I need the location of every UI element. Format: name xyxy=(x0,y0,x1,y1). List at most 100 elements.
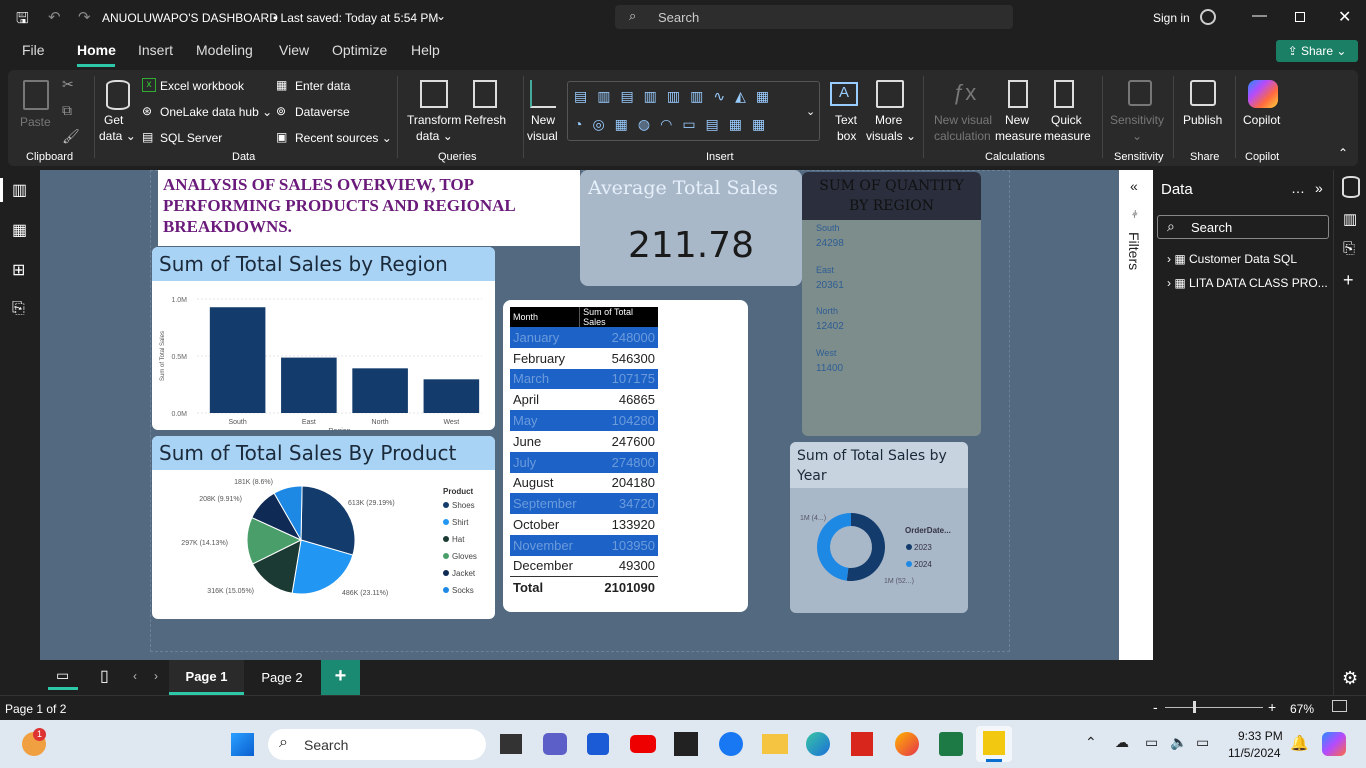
transform-data-label-1[interactable]: Transform xyxy=(407,112,461,128)
new-measure-label-2[interactable]: measure xyxy=(995,128,1042,144)
show-hidden-icons[interactable]: ⌃ xyxy=(1085,734,1097,751)
report-title-box[interactable]: ANALYSIS OF SALES OVERVIEW, TOP PERFORMI… xyxy=(158,170,580,246)
chevron-down-icon[interactable]: ⌄ xyxy=(436,9,446,23)
fit-to-page-icon[interactable] xyxy=(1332,700,1347,712)
taskbar-search[interactable]: ⌕ Search xyxy=(268,729,486,760)
menu-file[interactable]: File xyxy=(22,42,45,58)
teams-icon[interactable] xyxy=(543,733,567,755)
kpi-card[interactable]: Average Total Sales 211.78 xyxy=(580,170,802,286)
table-row[interactable]: July 274800 xyxy=(510,451,658,473)
month-table-card[interactable]: Month Sum of Total Sales January 248000 Fe… xyxy=(503,300,748,612)
desktop-layout-icon[interactable]: ▭ xyxy=(48,664,78,690)
text-box-label-2[interactable]: box xyxy=(837,128,856,144)
share-button[interactable]: ⇪ Share ⌄ xyxy=(1276,40,1358,62)
network-icon[interactable]: ▭ xyxy=(1145,734,1158,751)
recent-sources-button[interactable]: Recent sources ⌄ xyxy=(295,130,392,146)
minimize-icon[interactable]: — xyxy=(1252,7,1267,24)
file-explorer-icon[interactable] xyxy=(762,734,788,754)
col-header-sales[interactable]: Sum of Total Sales xyxy=(579,307,658,327)
report-canvas[interactable]: ANALYSIS OF SALES OVERVIEW, TOP PERFORMI… xyxy=(40,170,1119,660)
visual-gallery-row-1[interactable]: ▤▥▤▥▥▥∿◭▦ xyxy=(574,88,779,105)
new-visual-label-2[interactable]: visual xyxy=(527,128,558,144)
top-search-box[interactable]: ⌕ Search xyxy=(615,5,1013,29)
table-row[interactable]: September 34720 xyxy=(510,493,658,515)
copy-icon[interactable]: ⧉ xyxy=(62,102,72,119)
excel-workbook-button[interactable]: Excel workbook xyxy=(160,78,244,94)
zoom-slider[interactable] xyxy=(1165,707,1263,708)
powerbi-taskbar-button[interactable] xyxy=(976,726,1012,762)
start-icon[interactable] xyxy=(231,733,254,756)
donut-chart[interactable]: 1M (52...) 1M (4...) OrderDate... 2023 2024 xyxy=(790,488,968,613)
table-row[interactable]: April 46865 xyxy=(510,389,658,410)
battery-icon[interactable]: ▭ xyxy=(1196,734,1209,751)
youtube-icon[interactable] xyxy=(630,735,656,753)
get-data-label-2[interactable]: data ⌄ xyxy=(99,128,136,144)
new-visual-label-1[interactable]: New xyxy=(531,112,555,128)
task-view-icon[interactable] xyxy=(500,734,522,754)
more-options-icon[interactable]: … xyxy=(1291,180,1305,196)
format-painter-icon[interactable]: 🖌 xyxy=(62,128,80,145)
next-page-icon[interactable]: › xyxy=(154,669,158,683)
copilot-taskbar-icon[interactable] xyxy=(1322,732,1346,756)
settings-icon[interactable]: ⚙ xyxy=(1342,668,1358,689)
undo-icon[interactable]: ↶ xyxy=(48,8,61,26)
table-row[interactable]: August 204180 xyxy=(510,473,658,494)
firefox-icon[interactable] xyxy=(895,732,919,756)
visual-gallery[interactable]: ▤▥▤▥▥▥∿◭▦ ◔◎▦◍◠▭▤▦▦ xyxy=(567,81,820,141)
more-visuals-label-1[interactable]: More xyxy=(875,112,902,128)
menu-home[interactable]: Home xyxy=(77,42,116,58)
facebook-icon[interactable] xyxy=(719,732,743,756)
more-visuals-label-2[interactable]: visuals ⌄ xyxy=(866,128,916,144)
dax-query-view-icon[interactable]: ⎘ xyxy=(12,300,25,318)
copilot-button[interactable]: Copilot xyxy=(1243,112,1280,128)
table-row[interactable]: June 247600 xyxy=(510,431,658,452)
menu-modeling[interactable]: Modeling xyxy=(196,42,253,58)
game-icon[interactable] xyxy=(674,732,698,756)
notification-bell-icon[interactable]: 🔔 xyxy=(1290,734,1309,752)
table-row[interactable]: November 103950 xyxy=(510,534,658,556)
report-view-icon[interactable]: ▥ xyxy=(12,180,27,200)
collapse-ribbon-icon[interactable]: ⌃ xyxy=(1338,146,1348,160)
prev-page-icon[interactable]: ‹ xyxy=(133,669,137,683)
table-item-customer-data[interactable]: › ▦ Customer Data SQL xyxy=(1167,252,1297,266)
col-header-month[interactable]: Month xyxy=(510,307,580,327)
sign-in-link[interactable]: Sign in xyxy=(1153,11,1190,25)
visualizations-icon[interactable]: ▥ xyxy=(1343,210,1357,228)
avatar-icon[interactable] xyxy=(1200,9,1216,25)
bar-chart[interactable]: 0.0M 0.5M 1.0M South East North West Region Sum … xyxy=(152,282,495,430)
quick-measure-label-2[interactable]: measure xyxy=(1044,128,1091,144)
dataverse-button[interactable]: Dataverse xyxy=(295,104,350,120)
save-icon[interactable]: 🖫 xyxy=(16,8,29,33)
model-view-icon[interactable]: ⊞ xyxy=(12,260,25,280)
menu-help[interactable]: Help xyxy=(411,42,440,58)
new-measure-label-1[interactable]: New xyxy=(1005,112,1029,128)
sql-server-button[interactable]: SQL Server xyxy=(160,130,222,146)
pie-chart[interactable]: 613K (29.19%) 486K (23.11%) 316K (15.05%) 2… xyxy=(152,471,495,619)
table-row[interactable]: March 107175 xyxy=(510,368,658,390)
menu-view[interactable]: View xyxy=(279,42,309,58)
zoom-in-icon[interactable]: + xyxy=(1268,699,1276,715)
visual-gallery-row-2[interactable]: ◔◎▦◍◠▭▤▦▦ xyxy=(574,116,775,133)
sales-by-region-card[interactable]: Sum of Total Sales by Region 0.0M 0.5M 1.0… xyxy=(152,247,495,430)
collapse-pane-icon[interactable]: » xyxy=(1315,180,1323,196)
filters-pane-collapsed[interactable]: « ⫩ Filters xyxy=(1119,170,1153,660)
paste-button[interactable]: Paste xyxy=(20,114,51,130)
clock-time[interactable]: 9:33 PM xyxy=(1238,729,1283,743)
zoom-slider-thumb[interactable] xyxy=(1193,701,1196,713)
text-box-label-1[interactable]: Text xyxy=(835,112,857,128)
redo-icon[interactable]: ↷ xyxy=(78,8,91,26)
sales-by-year-card[interactable]: Sum of Total Sales by Year 1M (52...) 1M … xyxy=(790,442,968,613)
publish-button[interactable]: Publish xyxy=(1183,112,1222,128)
acrobat-icon[interactable] xyxy=(851,732,873,756)
zoom-out-icon[interactable]: - xyxy=(1153,699,1158,715)
add-pane-icon[interactable]: + xyxy=(1343,270,1354,291)
menu-insert[interactable]: Insert xyxy=(138,42,173,58)
build-visual-icon[interactable]: ⎘ xyxy=(1343,240,1355,257)
store-icon[interactable] xyxy=(587,733,609,755)
quick-measure-label-1[interactable]: Quick xyxy=(1051,112,1082,128)
table-row[interactable]: February 546300 xyxy=(510,348,658,369)
close-icon[interactable]: ✕ xyxy=(1338,7,1351,27)
data-pane-icon[interactable] xyxy=(1342,176,1360,198)
quantity-by-region-card[interactable]: SUM OF QUANTITY BY REGION South 24298 East… xyxy=(802,172,981,436)
add-page-button[interactable]: + xyxy=(321,660,360,695)
